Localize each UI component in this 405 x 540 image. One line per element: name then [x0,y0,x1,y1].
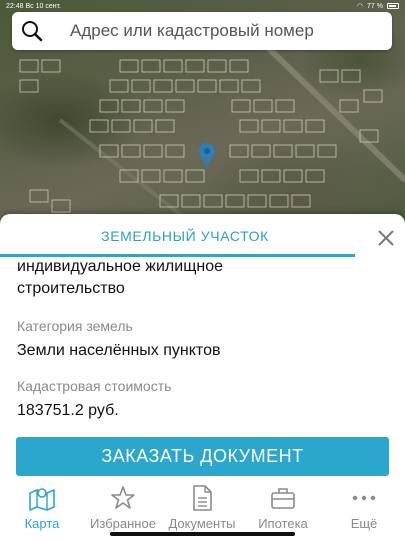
status-date: Вс 10 сент. [25,2,61,10]
more-icon [350,484,378,512]
search-bar[interactable]: Адрес или кадастровый номер [12,12,392,50]
tab-favorites-label: Избранное [90,516,156,531]
tab-documents[interactable]: Документы [167,484,237,531]
wifi-icon: ◠ [356,3,364,10]
search-icon[interactable] [12,12,52,50]
search-input[interactable]: Адрес или кадастровый номер [52,21,314,41]
land-category-value: Земли населённых пунктов [17,342,221,359]
cadastral-cost-value: 183751.2 руб. [17,402,119,419]
cadastral-cost-label: Кадастровая стоимость [17,378,172,394]
battery-percent: 77 % [367,2,383,10]
tab-map-label: Карта [24,516,60,531]
location-pin-icon[interactable] [199,143,215,171]
status-bar: 22:48 Вс 10 сент. ◠ 77 % [0,0,405,12]
close-button[interactable] [374,226,398,250]
document-icon [188,484,216,512]
tab-more[interactable]: Ещё [329,484,399,531]
tab-more-label: Ещё [350,516,378,531]
briefcase-icon [269,484,297,512]
status-right: ◠ 77 % [357,2,399,10]
permitted-use-line-2: строительство [17,280,125,297]
land-category-label: Категория земель [17,318,133,334]
battery-icon [387,3,399,9]
tab-favorites[interactable]: Избранное [88,484,158,531]
map-icon [28,484,56,512]
home-indicator [110,532,295,536]
map-view[interactable]: 22:48 Вс 10 сент. ◠ 77 % Адрес или кадас… [0,0,405,230]
order-document-button[interactable]: ЗАКАЗАТЬ ДОКУМЕНТ [16,437,389,476]
close-icon[interactable] [377,229,395,247]
tab-mortgage-label: Ипотека [258,516,308,531]
permitted-use-line-1: индивидуальное жилищное [17,258,223,275]
status-time-date: 22:48 Вс 10 сент. [6,3,61,10]
tab-bar: Карта Избранное Документы Ипотека Ещё [0,478,405,540]
status-time: 22:48 [6,2,24,10]
sheet-title: ЗЕМЕЛЬНЫЙ УЧАСТОК [101,228,269,244]
tab-mortgage[interactable]: Ипотека [248,484,318,531]
star-icon [109,484,137,512]
tab-map[interactable]: Карта [7,484,77,531]
tab-documents-label: Документы [168,516,236,531]
sheet-title-underline [0,254,355,257]
